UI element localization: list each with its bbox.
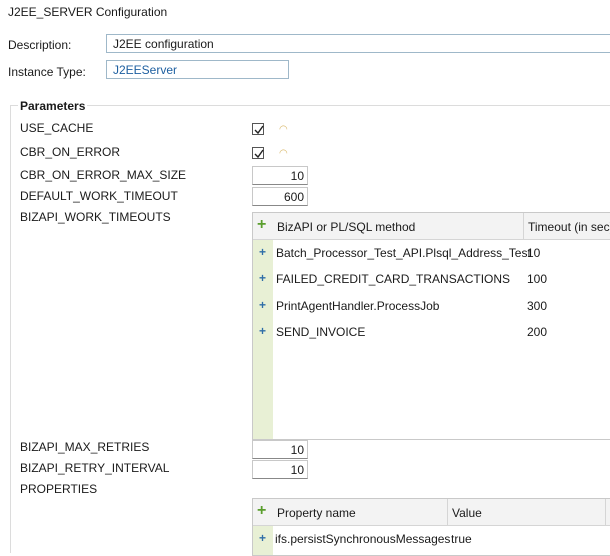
- plus-icon[interactable]: +: [259, 245, 266, 259]
- plus-icon[interactable]: +: [259, 324, 266, 338]
- timeout-cell[interactable]: 10: [527, 246, 540, 260]
- table-row[interactable]: + FAILED_CREDIT_CARD_TRANSACTIONS 100: [253, 266, 610, 292]
- cbr-on-error-label: CBR_ON_ERROR: [20, 145, 121, 159]
- property-value-cell[interactable]: true: [451, 532, 472, 546]
- description-field[interactable]: J2EE configuration: [106, 34, 610, 53]
- bizapi-retry-interval-input[interactable]: 10: [252, 460, 308, 479]
- default-work-timeout-label: DEFAULT_WORK_TIMEOUT: [20, 189, 178, 203]
- timeout-cell[interactable]: 100: [527, 272, 547, 286]
- plus-icon[interactable]: +: [259, 298, 266, 312]
- plus-icon[interactable]: +: [257, 216, 266, 234]
- timeout-cell[interactable]: 300: [527, 299, 547, 313]
- table-row[interactable]: + PrintAgentHandler.ProcessJob 300: [253, 293, 610, 319]
- instance-type-field[interactable]: J2EEServer: [106, 60, 289, 79]
- page-title: J2EE_SERVER Configuration: [8, 5, 168, 19]
- table-header: + Property name Value: [253, 499, 610, 526]
- column-header-timeout[interactable]: Timeout (in sec): [528, 220, 610, 234]
- properties-table: + Property name Value + ifs.persistSynch…: [252, 498, 610, 556]
- checkmark-icon: [254, 125, 264, 135]
- checkmark-icon: [254, 149, 264, 159]
- table-header: + BizAPI or PL/SQL method Timeout (in se…: [253, 213, 610, 240]
- parameters-title: Parameters: [18, 99, 88, 113]
- table-row[interactable]: + Batch_Processor_Test_API.Plsql_Address…: [253, 240, 610, 266]
- cbr-max-size-label: CBR_ON_ERROR_MAX_SIZE: [20, 168, 187, 182]
- bizapi-max-retries-input[interactable]: 10: [252, 440, 308, 459]
- timeout-cell[interactable]: 200: [527, 325, 547, 339]
- description-label: Description:: [8, 38, 72, 52]
- column-header-value[interactable]: Value: [452, 506, 482, 520]
- use-cache-label: USE_CACHE: [20, 121, 94, 135]
- column-header-method[interactable]: BizAPI or PL/SQL method: [277, 220, 415, 234]
- default-value-icon: ◠: [279, 148, 288, 159]
- bizapi-max-retries-label: BIZAPI_MAX_RETRIES: [20, 440, 150, 454]
- properties-label: PROPERTIES: [20, 482, 98, 496]
- column-header-property-name[interactable]: Property name: [277, 506, 356, 520]
- cbr-on-error-checkbox[interactable]: [252, 147, 264, 159]
- property-name-cell[interactable]: ifs.persistSynchronousMessages: [275, 532, 450, 546]
- method-cell[interactable]: SEND_INVOICE: [276, 325, 365, 339]
- plus-icon[interactable]: +: [259, 271, 266, 285]
- method-cell[interactable]: PrintAgentHandler.ProcessJob: [276, 299, 439, 313]
- plus-icon[interactable]: +: [257, 502, 266, 520]
- default-work-timeout-input[interactable]: 600: [252, 187, 308, 206]
- table-row[interactable]: + SEND_INVOICE 200: [253, 319, 610, 345]
- column-divider[interactable]: [523, 213, 524, 239]
- use-cache-checkbox[interactable]: [252, 123, 264, 135]
- cbr-max-size-input[interactable]: 10: [252, 166, 308, 185]
- bizapi-retry-interval-label: BIZAPI_RETRY_INTERVAL: [20, 461, 170, 475]
- column-divider[interactable]: [447, 499, 448, 525]
- method-cell[interactable]: Batch_Processor_Test_API.Plsql_Address_T…: [276, 246, 531, 260]
- instance-type-label: Instance Type:: [8, 65, 86, 79]
- plus-icon[interactable]: +: [259, 531, 266, 545]
- bizapi-work-timeouts-label: BIZAPI_WORK_TIMEOUTS: [20, 210, 171, 224]
- table-row[interactable]: + ifs.persistSynchronousMessages true: [253, 526, 610, 552]
- default-value-icon: ◠: [279, 124, 288, 135]
- method-cell[interactable]: FAILED_CREDIT_CARD_TRANSACTIONS: [276, 272, 510, 286]
- column-divider[interactable]: [605, 499, 606, 525]
- bizapi-work-timeouts-table: + BizAPI or PL/SQL method Timeout (in se…: [252, 212, 610, 440]
